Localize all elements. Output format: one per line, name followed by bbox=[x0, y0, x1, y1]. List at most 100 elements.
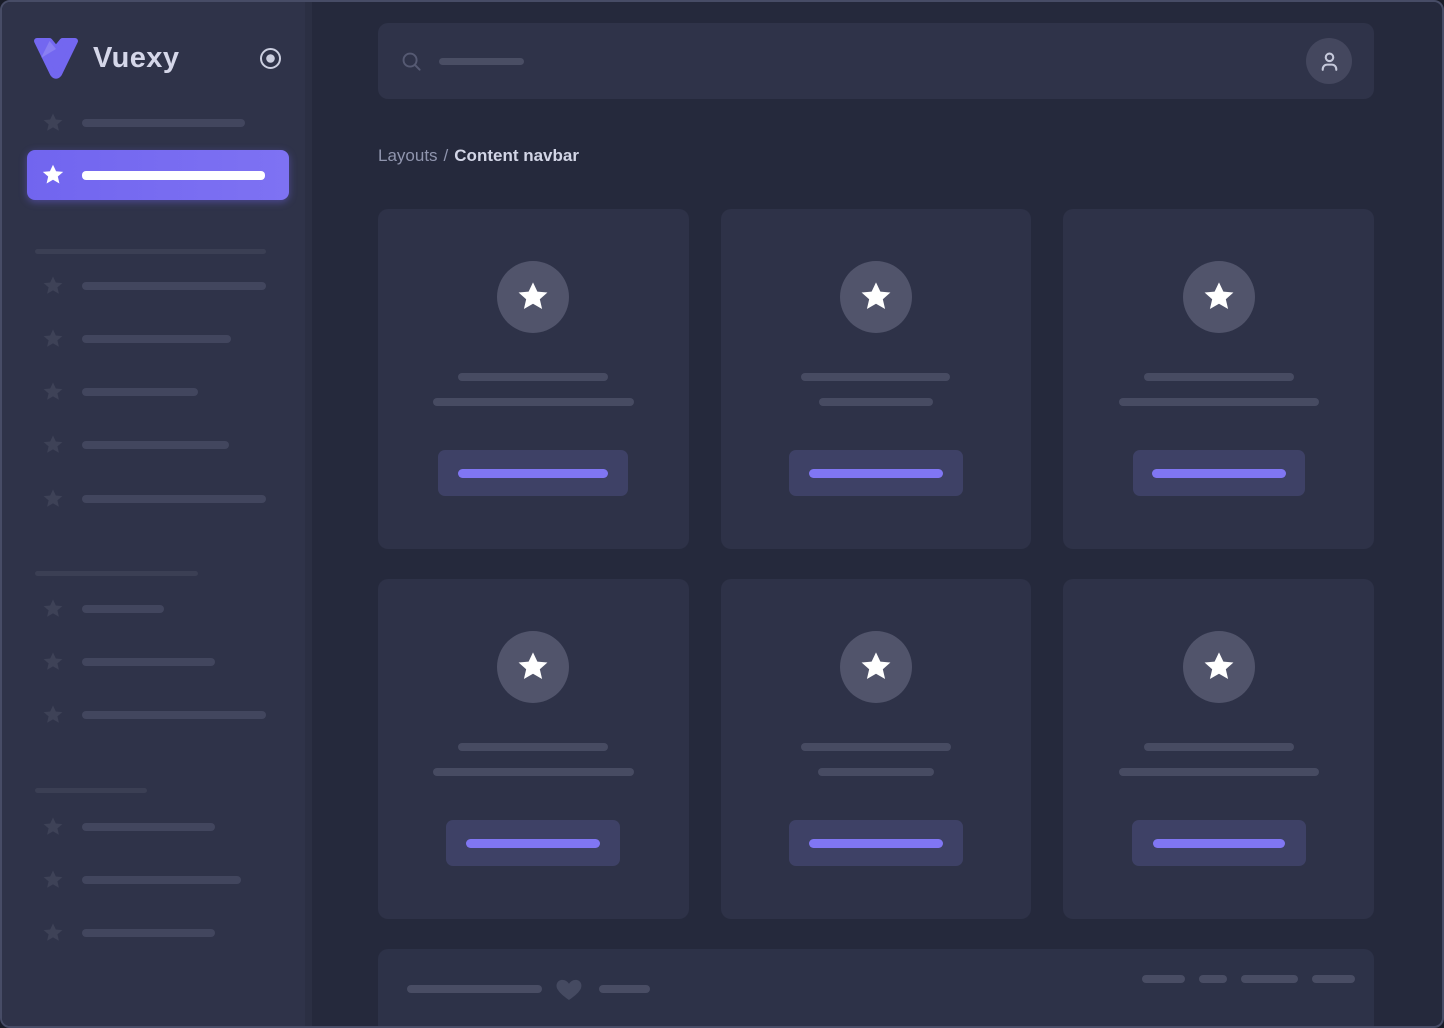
star-icon bbox=[859, 650, 893, 684]
button-label-bar bbox=[1152, 469, 1286, 478]
star-icon bbox=[516, 280, 550, 314]
sidebar-item-label-bar bbox=[82, 335, 231, 343]
preview-card bbox=[378, 579, 689, 919]
card-subtitle-placeholder-bar bbox=[1119, 398, 1319, 406]
sidebar-item[interactable] bbox=[2, 327, 312, 351]
sidebar-item[interactable] bbox=[2, 380, 312, 404]
sidebar-item-label-bar bbox=[82, 119, 245, 127]
sidebar-section-heading-bar bbox=[35, 571, 198, 576]
star-icon bbox=[42, 328, 64, 350]
button-label-bar bbox=[809, 469, 943, 478]
star-icon bbox=[42, 869, 64, 891]
breadcrumb-current: Content navbar bbox=[454, 146, 579, 165]
search-field[interactable] bbox=[400, 23, 1306, 99]
sidebar-item[interactable] bbox=[2, 433, 312, 457]
top-navbar bbox=[378, 23, 1374, 99]
app-window: Vuexy bbox=[0, 0, 1444, 1028]
star-avatar-circle bbox=[840, 261, 912, 333]
sidebar-section-heading-bar bbox=[35, 249, 266, 254]
star-avatar-circle bbox=[840, 631, 912, 703]
star-icon bbox=[1202, 650, 1236, 684]
card-title-placeholder-bar bbox=[458, 743, 608, 751]
vuexy-logo-icon[interactable] bbox=[32, 37, 80, 79]
sidebar-item-label-bar bbox=[82, 876, 241, 884]
card-grid bbox=[378, 209, 1374, 919]
star-avatar-circle bbox=[1183, 261, 1255, 333]
card-button[interactable] bbox=[789, 820, 963, 866]
sidebar-item[interactable] bbox=[2, 274, 312, 298]
heart-icon bbox=[555, 975, 583, 1003]
star-icon bbox=[42, 112, 64, 134]
sidebar-item[interactable] bbox=[2, 111, 312, 135]
sidebar-item-label-bar bbox=[82, 441, 229, 449]
sidebar-item-label-bar bbox=[82, 605, 164, 613]
button-label-bar bbox=[1153, 839, 1285, 848]
star-icon bbox=[42, 488, 64, 510]
card-subtitle-placeholder-bar bbox=[433, 398, 634, 406]
sidebar-item[interactable] bbox=[2, 921, 312, 945]
sidebar-item-label-bar bbox=[82, 823, 215, 831]
card-button[interactable] bbox=[446, 820, 620, 866]
star-icon bbox=[42, 816, 64, 838]
breadcrumb-separator: / bbox=[444, 146, 449, 165]
star-icon bbox=[42, 651, 64, 673]
footer-link-bar bbox=[1241, 975, 1298, 983]
star-icon bbox=[42, 704, 64, 726]
preview-card bbox=[1063, 579, 1374, 919]
sidebar-item-label-bar bbox=[82, 711, 266, 719]
sidebar-nav bbox=[2, 80, 312, 945]
sidebar-item-label-bar bbox=[82, 388, 198, 396]
card-button[interactable] bbox=[1132, 820, 1306, 866]
sidebar-item[interactable] bbox=[2, 650, 312, 674]
breadcrumb-parent[interactable]: Layouts bbox=[378, 146, 438, 165]
footer-left bbox=[407, 975, 650, 1003]
sidebar-item[interactable] bbox=[2, 597, 312, 621]
search-icon bbox=[400, 50, 423, 73]
star-icon bbox=[42, 381, 64, 403]
card-subtitle-placeholder-bar bbox=[819, 398, 933, 406]
footer-text-bar bbox=[599, 985, 650, 993]
sidebar-item[interactable] bbox=[2, 703, 312, 727]
star-icon bbox=[42, 922, 64, 944]
card-title-placeholder-bar bbox=[801, 743, 951, 751]
sidebar-item-label-bar bbox=[82, 282, 266, 290]
search-placeholder-bar bbox=[439, 58, 524, 65]
sidebar: Vuexy bbox=[2, 2, 312, 1026]
card-button[interactable] bbox=[1133, 450, 1305, 496]
preview-card bbox=[1063, 209, 1374, 549]
sidebar-item-label-bar bbox=[82, 929, 215, 937]
star-avatar-circle bbox=[1183, 631, 1255, 703]
preview-card bbox=[378, 209, 689, 549]
star-icon bbox=[1202, 280, 1236, 314]
star-avatar-circle bbox=[497, 261, 569, 333]
card-title-placeholder-bar bbox=[801, 373, 950, 381]
breadcrumb: Layouts / Content navbar bbox=[378, 146, 1374, 166]
star-icon bbox=[42, 275, 64, 297]
user-avatar[interactable] bbox=[1306, 38, 1352, 84]
card-title-placeholder-bar bbox=[458, 373, 608, 381]
card-title-placeholder-bar bbox=[1144, 373, 1294, 381]
footer-link-bar bbox=[1199, 975, 1227, 983]
footer-link-bar bbox=[1142, 975, 1185, 983]
star-icon bbox=[42, 434, 64, 456]
sidebar-item[interactable] bbox=[2, 868, 312, 892]
footer-link-bar bbox=[1312, 975, 1355, 983]
sidebar-item-label-bar bbox=[82, 171, 265, 180]
sidebar-section-heading-bar bbox=[35, 788, 147, 793]
star-icon bbox=[516, 650, 550, 684]
button-label-bar bbox=[458, 469, 608, 478]
person-icon bbox=[1317, 49, 1342, 74]
card-button[interactable] bbox=[789, 450, 963, 496]
sidebar-item-label-bar bbox=[82, 658, 215, 666]
star-icon bbox=[42, 598, 64, 620]
sidebar-item-active[interactable] bbox=[27, 150, 289, 200]
card-subtitle-placeholder-bar bbox=[818, 768, 934, 776]
card-button[interactable] bbox=[438, 450, 628, 496]
footer-right bbox=[1128, 975, 1355, 983]
sidebar-item-label-bar bbox=[82, 495, 266, 503]
brand: Vuexy bbox=[32, 36, 282, 80]
record-circle-icon[interactable] bbox=[259, 47, 282, 70]
button-label-bar bbox=[466, 839, 600, 848]
sidebar-item[interactable] bbox=[2, 487, 312, 511]
sidebar-item[interactable] bbox=[2, 815, 312, 839]
